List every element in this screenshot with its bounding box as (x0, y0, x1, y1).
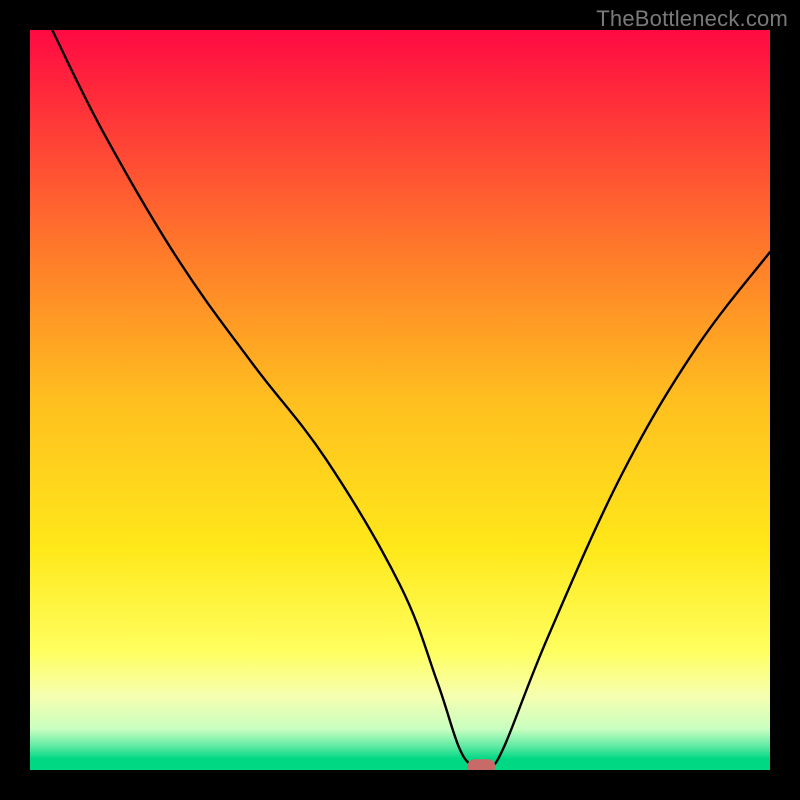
chart-container: TheBottleneck.com (0, 0, 800, 800)
bottleneck-chart (0, 0, 800, 800)
gradient-background (30, 30, 770, 770)
watermark-text: TheBottleneck.com (596, 6, 788, 32)
